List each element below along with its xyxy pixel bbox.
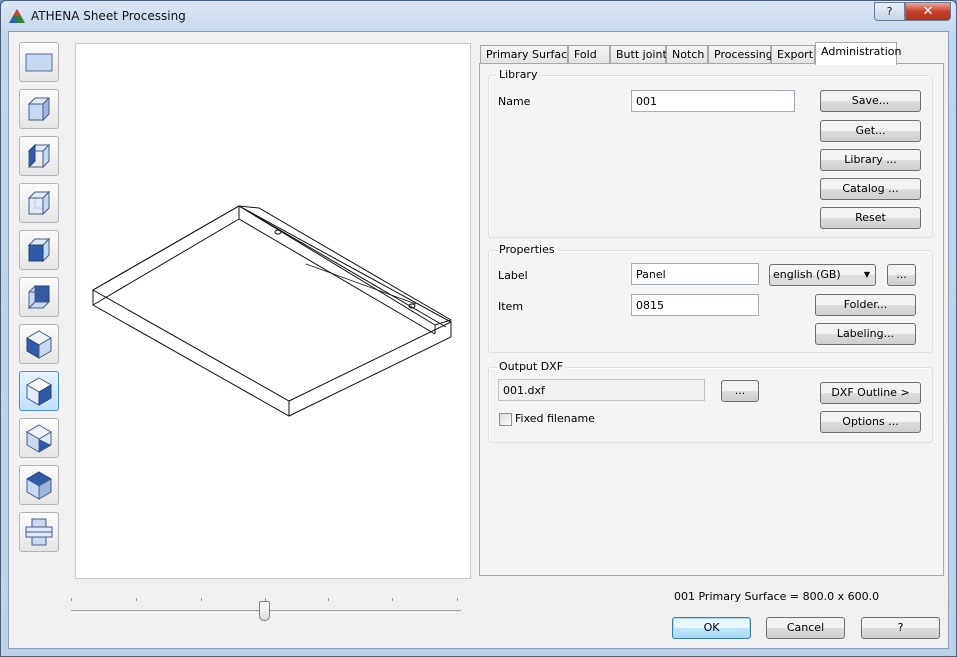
view-layered-button[interactable] (19, 512, 59, 552)
language-select[interactable]: english (GB) ▼ (769, 264, 876, 286)
cube-iso-1-icon (27, 96, 51, 122)
cube-iso-5-icon (27, 284, 51, 310)
cube-iso-3-icon (27, 190, 51, 216)
close-button[interactable]: ✕ (905, 2, 951, 21)
view-iso-3-button[interactable] (19, 183, 59, 223)
dialog-client-area: Primary Surface Fold Butt joint Notch Pr… (8, 31, 949, 649)
diamond-iso-2-icon (26, 377, 52, 406)
tab-administration[interactable]: Administration (815, 42, 902, 65)
name-label: Name (498, 95, 531, 108)
get-button[interactable]: Get... (820, 120, 921, 142)
tab-butt-joint[interactable]: Butt joint (610, 45, 667, 64)
slider-tick (457, 598, 458, 601)
output-dxf-legend: Output DXF (497, 360, 566, 373)
label-input[interactable] (631, 263, 759, 285)
administration-panel: Library Name Save... Get... Library ... … (479, 63, 944, 576)
tab-primary-surface[interactable]: Primary Surface (480, 45, 574, 64)
folder-button[interactable]: Folder... (815, 294, 916, 316)
chevron-down-icon: ▼ (863, 270, 870, 279)
title-bar[interactable]: ATHENA Sheet Processing ? ✕ (1, 1, 956, 31)
status-text: 001 Primary Surface = 800.0 x 600.0 (674, 590, 880, 603)
view-iso-7-button[interactable] (19, 371, 59, 411)
item-input[interactable] (631, 294, 759, 316)
slider-tick (328, 598, 329, 601)
fixed-filename-checkbox[interactable] (499, 413, 512, 426)
3d-preview-viewport[interactable] (75, 43, 471, 579)
labeling-button[interactable]: Labeling... (815, 323, 916, 345)
library-button[interactable]: Library ... (820, 149, 921, 171)
dxf-outline-button[interactable]: DXF Outline > (820, 382, 921, 404)
tab-processing[interactable]: Processing (708, 45, 773, 64)
slider-thumb[interactable] (259, 601, 270, 621)
layered-view-icon (25, 518, 53, 546)
athena-logo-icon (9, 9, 25, 23)
help-button[interactable]: ? (861, 617, 940, 639)
slider-tick (71, 598, 72, 601)
zoom-slider[interactable] (71, 592, 461, 622)
view-iso-9-button[interactable] (19, 465, 59, 505)
properties-group: Properties Label english (GB) ▼ ... Item… (488, 243, 933, 353)
view-iso-1-button[interactable] (19, 89, 59, 129)
options-button[interactable]: Options ... (820, 411, 921, 433)
window-title: ATHENA Sheet Processing (31, 9, 186, 23)
cancel-button[interactable]: Cancel (766, 617, 845, 639)
reset-button[interactable]: Reset (820, 207, 921, 229)
slider-tick (136, 598, 137, 601)
dxf-browse-button[interactable]: ... (721, 380, 759, 402)
diamond-iso-4-icon (26, 471, 52, 500)
view-iso-5-button[interactable] (19, 277, 59, 317)
front-plane-view-icon (25, 53, 53, 72)
output-dxf-group: Output DXF ... DXF Outline > Options ...… (488, 360, 933, 443)
slider-tick (201, 598, 202, 601)
view-iso-4-button[interactable] (19, 230, 59, 270)
view-front-plane-button[interactable] (19, 42, 59, 82)
help-title-button[interactable]: ? (874, 2, 905, 21)
library-group: Library Name Save... Get... Library ... … (488, 68, 933, 238)
language-more-button[interactable]: ... (887, 264, 916, 286)
save-button[interactable]: Save... (820, 90, 921, 112)
name-input[interactable] (631, 90, 795, 112)
properties-legend: Properties (497, 243, 557, 256)
view-iso-2-button[interactable] (19, 136, 59, 176)
library-legend: Library (497, 68, 540, 81)
cube-iso-2-icon (27, 143, 51, 169)
language-select-value: english (GB) (773, 268, 841, 281)
cube-iso-4-icon (27, 237, 51, 263)
tab-fold[interactable]: Fold (568, 45, 610, 64)
panel-3d-drawing (91, 205, 453, 417)
view-iso-6-button[interactable] (19, 324, 59, 364)
item-label: Item (498, 300, 524, 313)
dialog-window: ATHENA Sheet Processing ? ✕ Primary Surf… (0, 0, 957, 657)
tab-notch[interactable]: Notch (666, 45, 708, 64)
view-iso-8-button[interactable] (19, 418, 59, 458)
diamond-iso-3-icon (26, 424, 52, 453)
diamond-iso-1-icon (26, 330, 52, 359)
ok-button[interactable]: OK (672, 617, 751, 639)
slider-tick (392, 598, 393, 601)
fixed-filename-label: Fixed filename (515, 412, 595, 425)
catalog-button[interactable]: Catalog ... (820, 178, 921, 200)
tab-export[interactable]: Export (771, 45, 815, 64)
dxf-filename-input[interactable] (498, 379, 705, 401)
label-label: Label (498, 269, 528, 282)
